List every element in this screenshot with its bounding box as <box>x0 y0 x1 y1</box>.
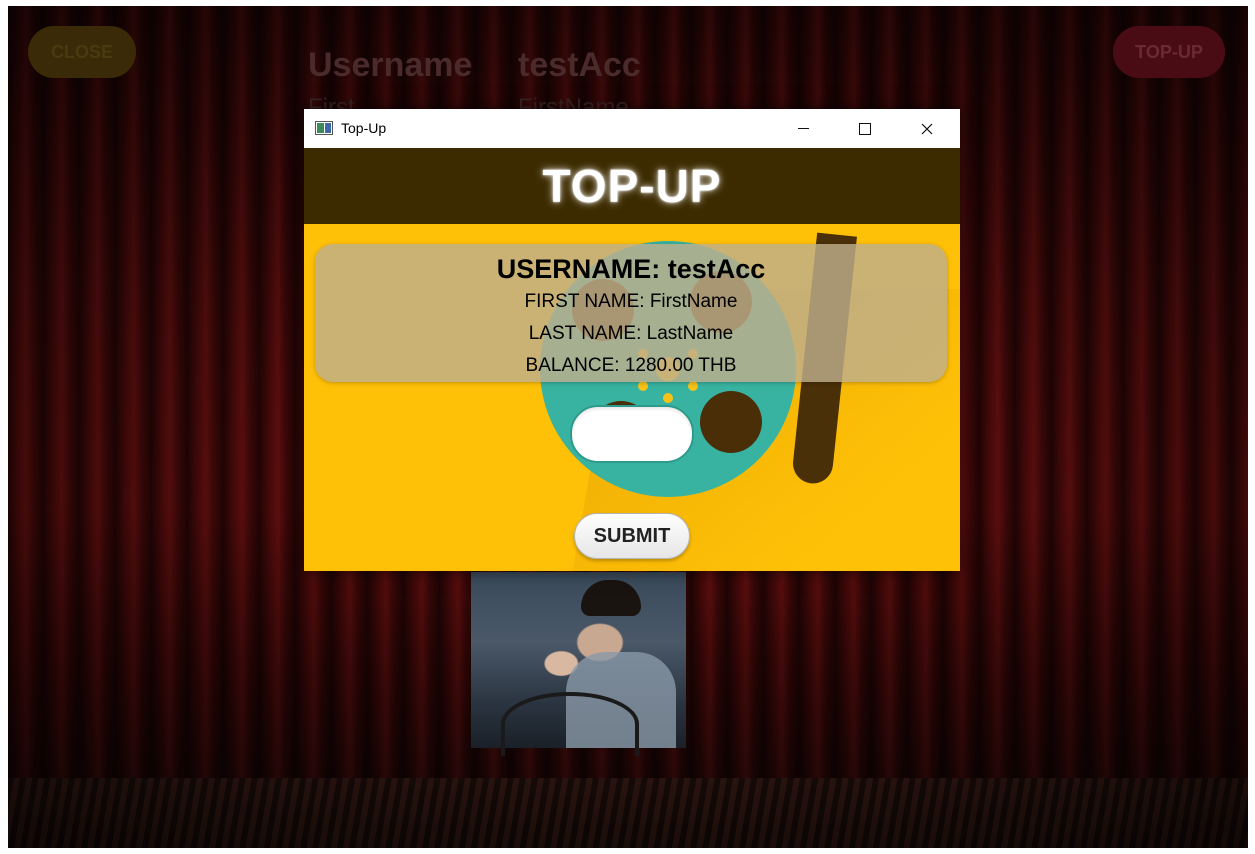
maximize-button[interactable] <box>842 109 888 148</box>
background-username-value: testAcc <box>518 46 641 84</box>
minimize-icon <box>797 128 809 129</box>
last-name-label: LAST NAME: <box>528 323 642 344</box>
balance-line: BALANCE: 1280.00 THB <box>315 350 947 382</box>
submit-button[interactable]: SUBMIT <box>574 513 690 559</box>
reel-dot <box>638 381 648 391</box>
account-info-card: USERNAME: testAcc FIRST NAME: FirstName … <box>315 244 947 382</box>
app-window-icon <box>315 121 333 135</box>
first-name-value: FirstName <box>649 291 738 312</box>
balance-label: BALANCE: <box>525 355 620 376</box>
movie-poster-image <box>471 572 686 756</box>
topup-amount-input[interactable] <box>570 405 694 463</box>
last-name-value: LastName <box>646 323 734 344</box>
maximize-icon <box>859 122 871 135</box>
first-name-line: FIRST NAME: FirstName <box>315 286 947 318</box>
reel-hole <box>700 391 762 453</box>
first-name-label: FIRST NAME: <box>524 291 645 312</box>
close-icon <box>921 123 933 134</box>
background-topup-button[interactable]: TOP-UP <box>1113 26 1225 78</box>
reel-dot <box>688 381 698 391</box>
header-band: TOP-UP <box>304 148 960 224</box>
poster-steering-wheel <box>501 692 639 756</box>
username-line: USERNAME: testAcc <box>496 254 766 284</box>
page-title: TOP-UP <box>542 160 722 212</box>
poster-figure <box>581 580 641 616</box>
reel-dot <box>663 393 673 403</box>
window-titlebar[interactable]: Top-Up <box>304 109 960 148</box>
minimize-button[interactable] <box>780 109 826 148</box>
balance-value: 1280.00 THB <box>624 355 737 376</box>
last-name-line: LAST NAME: LastName <box>315 318 947 350</box>
background-close-button[interactable]: CLOSE <box>28 26 136 78</box>
close-button[interactable] <box>904 109 950 148</box>
background-username-label: Username <box>308 46 473 84</box>
topup-window: Top-Up TOP-UP USERNAME: testAcc FIRST NA… <box>304 109 960 571</box>
window-title: Top-Up <box>341 120 387 136</box>
